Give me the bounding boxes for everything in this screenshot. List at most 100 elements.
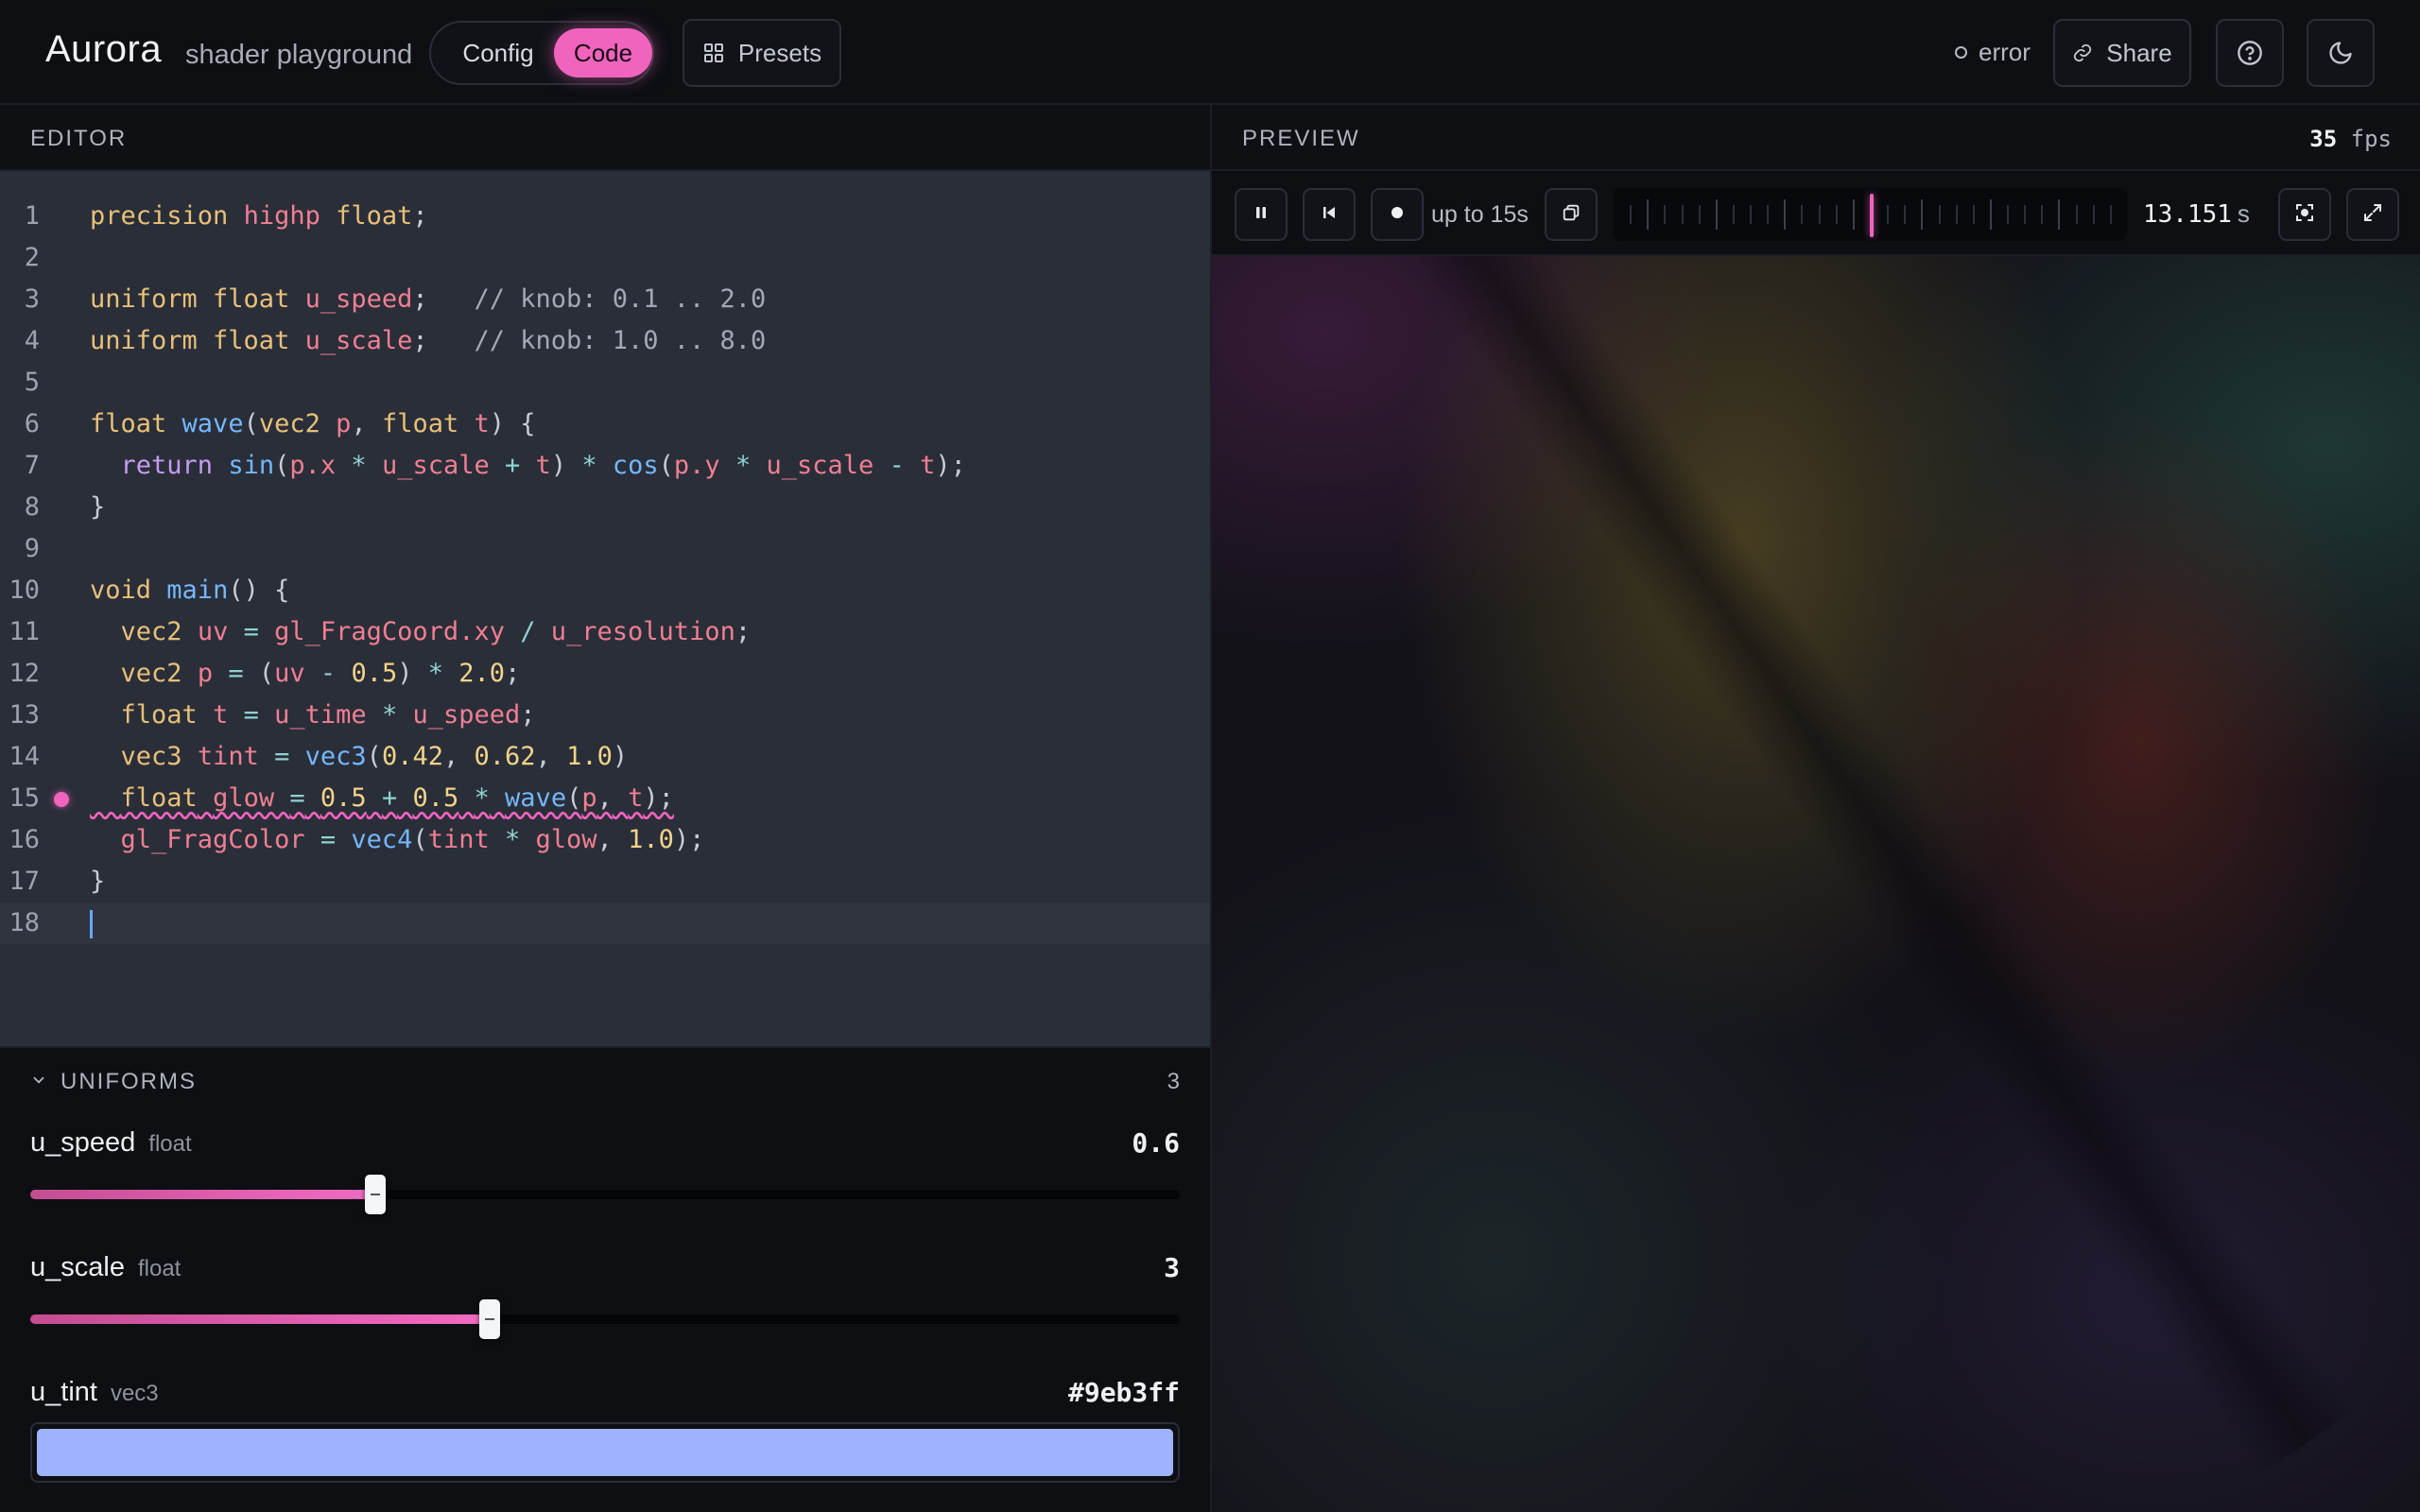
playback-toolbar: up to 15s 13.151 s [1212, 173, 2420, 256]
code-line[interactable]: 5 [0, 362, 1210, 404]
line-number: 4 [24, 326, 40, 355]
code-line[interactable]: 8} [0, 487, 1210, 528]
code-line[interactable]: 4 uniform float u_scale; // knob: 1.0 .. … [0, 320, 1210, 362]
brand-subtitle: shader playground [185, 40, 413, 70]
copy-icon [1561, 202, 1582, 228]
status-dot-icon [1955, 46, 1967, 59]
fullscreen-button[interactable] [2346, 188, 2399, 241]
uniforms-title: UNIFORMS [60, 1069, 197, 1094]
code-line[interactable]: 3 uniform float u_speed; // knob: 0.1 .. … [0, 279, 1210, 320]
playhead[interactable] [1870, 194, 1874, 237]
code-text: vec2 p = (uv - 0.5) * 2.0; [120, 659, 521, 688]
code-line[interactable]: 10 void main() { [0, 570, 1210, 611]
theme-toggle-button[interactable] [2307, 19, 2375, 87]
share-button[interactable]: Share [2053, 19, 2191, 87]
uniform-type: vec3 [110, 1381, 159, 1406]
fps-value: 35 [2309, 126, 2338, 152]
code-line[interactable]: 7 return sin(p.x * u_scale + t) * cos(p.… [0, 445, 1210, 487]
uniform-type: float [148, 1131, 192, 1157]
shader-preview-canvas[interactable] [1212, 256, 2420, 1512]
timeline-tick [1733, 205, 1735, 224]
time-value: 13.151 [2143, 200, 2232, 229]
timeline-tick [1801, 205, 1803, 224]
code-line[interactable]: 11 vec2 uv = gl_FragCoord.xy / u_resolut… [0, 611, 1210, 653]
slider-thumb[interactable] [479, 1299, 501, 1339]
code-text [90, 902, 93, 944]
uniforms-panel: UNIFORMS 3 u_speed float 0.6 u_scale float… [0, 1046, 1210, 1512]
timeline-tick [2007, 205, 2009, 224]
chevron-down-icon [30, 1069, 47, 1095]
code-line[interactable]: 9 [0, 528, 1210, 570]
code-line[interactable]: 1 precision highp float; [0, 196, 1210, 237]
editor-title: EDITOR [30, 126, 128, 151]
line-number: 16 [9, 825, 40, 854]
timeline-tick [1630, 205, 1632, 224]
timeline-tick [1887, 205, 1889, 224]
pause-icon [1252, 203, 1270, 227]
code-text: gl_FragColor = vec4(tint * glow, 1.0); [120, 825, 705, 854]
help-button[interactable] [2216, 19, 2284, 87]
timeline-tick [1647, 199, 1649, 230]
timeline-tick [1904, 205, 1906, 224]
line-number: 2 [24, 243, 40, 272]
uniform-name: u_speed [30, 1127, 136, 1158]
mode-config-button[interactable]: Config [439, 28, 558, 77]
presets-button[interactable]: Presets [683, 19, 841, 87]
fps-counter: 35 fps [2309, 126, 2392, 152]
line-number: 3 [24, 284, 40, 314]
timeline-tick [1699, 205, 1701, 224]
error-marker-icon[interactable] [54, 792, 69, 807]
editor-header: EDITOR [0, 105, 1210, 171]
code-line[interactable]: 17} [0, 861, 1210, 902]
share-label: Share [2106, 38, 2172, 67]
timeline-scrubber[interactable] [1613, 188, 2127, 241]
screenshot-button[interactable] [2278, 188, 2331, 241]
restart-button[interactable] [1303, 188, 1356, 241]
pause-button[interactable] [1235, 188, 1288, 241]
timeline-tick [1956, 205, 1958, 224]
help-circle-icon [2237, 40, 2263, 66]
u-tint-color-picker[interactable] [30, 1422, 1180, 1483]
error-status-label: error [1979, 38, 2031, 66]
timeline-tick [2093, 205, 2095, 224]
code-line[interactable]: 12 vec2 p = (uv - 0.5) * 2.0; [0, 653, 1210, 695]
uniforms-header-toggle[interactable]: UNIFORMS [30, 1069, 197, 1095]
presets-label: Presets [737, 38, 822, 67]
line-number: 13 [9, 700, 40, 730]
mode-code-button[interactable]: Code [554, 28, 652, 77]
line-number: 11 [9, 617, 40, 646]
u-speed-slider[interactable] [30, 1175, 1180, 1214]
loop-button[interactable] [1545, 188, 1598, 241]
timeline-tick [2058, 199, 2060, 230]
preview-panel: PREVIEW 35 fps up to 15s 13.151 s [1210, 105, 2420, 1512]
error-status: error [1955, 38, 2031, 67]
code-line[interactable]: 14 vec3 tint = vec3(0.42, 0.62, 1.0) [0, 736, 1210, 778]
line-number: 5 [24, 368, 40, 397]
code-line[interactable]: 6 float wave(vec2 p, float t) { [0, 404, 1210, 445]
code-line-error[interactable]: 15 float glow = 0.5 + 0.5 * wave(p, t); [0, 778, 1210, 819]
mode-toggle: Config Code [429, 21, 654, 85]
fps-unit: fps [2350, 126, 2392, 152]
timeline-tick [1750, 205, 1752, 224]
uniforms-count: 3 [1167, 1069, 1180, 1094]
record-button[interactable] [1371, 188, 1424, 241]
code-text: float wave(vec2 p, float t) { [90, 409, 536, 438]
u-scale-slider[interactable] [30, 1299, 1180, 1339]
timeline-tick [1784, 199, 1786, 230]
color-swatch[interactable] [37, 1429, 1173, 1476]
preview-title: PREVIEW [1242, 126, 1360, 151]
code-line[interactable]: 2 [0, 237, 1210, 279]
link-icon [2072, 43, 2093, 63]
code-line-active[interactable]: 18 [0, 902, 1210, 944]
code-line[interactable]: 13 float t = u_time * u_speed; [0, 695, 1210, 736]
uniform-type: float [137, 1256, 182, 1281]
timeline-tick [2024, 205, 2026, 224]
preview-header: PREVIEW 35 fps [1212, 105, 2420, 171]
uniform-label: u_tint vec3 [30, 1377, 159, 1408]
code-text: return sin(p.x * u_scale + t) * cos(p.y … [120, 451, 966, 480]
code-line[interactable]: 16 gl_FragColor = vec4(tint * glow, 1.0)… [0, 819, 1210, 861]
slider-thumb[interactable] [364, 1175, 386, 1214]
line-number: 10 [9, 576, 40, 605]
line-number: 1 [24, 201, 40, 231]
timeline-tick [1853, 199, 1855, 230]
